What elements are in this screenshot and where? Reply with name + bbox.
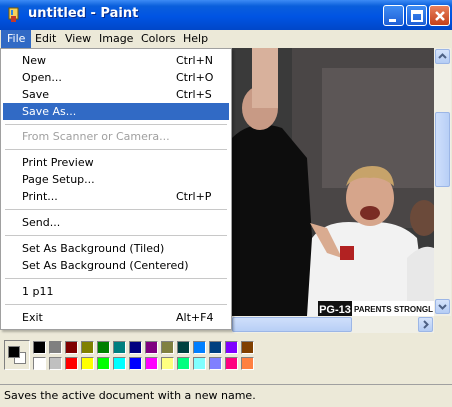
menu-item-from-scanner: From Scanner or Camera... [22, 130, 170, 143]
palette-color-swatch[interactable] [241, 357, 254, 370]
minimize-button[interactable] [383, 5, 404, 26]
palette-color-swatch[interactable] [49, 357, 62, 370]
palette-color-swatch[interactable] [209, 341, 222, 354]
menu-separator [5, 149, 227, 150]
maximize-button[interactable] [406, 5, 427, 26]
menu-item-background-tiled[interactable]: Set As Background (Tiled) [3, 240, 229, 257]
scroll-up-button[interactable] [435, 49, 450, 64]
scroll-down-button[interactable] [435, 299, 450, 314]
menu-bar: File Edit View Image Colors Help [0, 30, 452, 48]
menu-separator [5, 209, 227, 210]
palette-color-swatch[interactable] [193, 357, 206, 370]
menu-file[interactable]: File [1, 30, 32, 48]
chevron-up-icon [438, 53, 447, 59]
menu-item-save-as[interactable]: Save As... [3, 103, 229, 120]
menu-separator [5, 124, 227, 125]
palette-color-swatch[interactable] [33, 357, 46, 370]
status-text: Saves the active document with a new nam… [4, 389, 256, 402]
palette-color-swatch[interactable] [81, 357, 94, 370]
canvas-image[interactable]: PG-13 PARENTS STRONGL [232, 48, 434, 316]
menu-item-save[interactable]: Save Ctrl+S [3, 86, 229, 103]
vertical-scrollbar[interactable] [434, 48, 451, 316]
minimize-icon [389, 19, 396, 22]
palette-color-swatch[interactable] [49, 341, 62, 354]
paint-window: untitled - Paint File Edit View Image Co… [0, 0, 452, 407]
paint-app-icon [8, 7, 19, 22]
palette-color-swatch[interactable] [225, 341, 238, 354]
palette-color-swatch[interactable] [129, 357, 142, 370]
palette-color-swatch[interactable] [113, 341, 126, 354]
palette-color-swatch[interactable] [145, 357, 158, 370]
chevron-down-icon [438, 304, 447, 310]
menu-item-background-centered[interactable]: Set As Background (Centered) [3, 257, 229, 274]
rating-label: PG-13 [319, 304, 351, 316]
palette-color-swatch[interactable] [145, 341, 158, 354]
photo-image: PG-13 PARENTS STRONGL [232, 48, 434, 316]
palette-color-swatch[interactable] [209, 357, 222, 370]
window-title: untitled - Paint [28, 6, 139, 21]
palette-color-swatch[interactable] [241, 341, 254, 354]
palette-color-swatch[interactable] [97, 341, 110, 354]
title-bar[interactable]: untitled - Paint [0, 0, 452, 30]
menu-image[interactable]: Image [93, 30, 139, 48]
palette-color-swatch[interactable] [225, 357, 238, 370]
menu-item-exit[interactable]: Exit Alt+F4 [3, 309, 229, 326]
menu-item-print[interactable]: Print... Ctrl+P [3, 188, 229, 205]
close-button[interactable] [429, 5, 450, 26]
palette-color-swatch[interactable] [33, 341, 46, 354]
maximize-icon [411, 10, 423, 22]
menu-separator [5, 235, 227, 236]
rating-text: PARENTS STRONGL [354, 305, 433, 314]
menu-item-open[interactable]: Open... Ctrl+O [3, 69, 229, 86]
palette-color-swatch[interactable] [177, 357, 190, 370]
scroll-corner [434, 316, 451, 333]
palette-color-swatch[interactable] [113, 357, 126, 370]
menu-separator [5, 278, 227, 279]
vertical-scroll-thumb[interactable] [435, 112, 450, 187]
current-colors[interactable] [4, 340, 30, 370]
menu-item-recent-file[interactable]: 1 p11 [3, 283, 229, 300]
foreground-color-swatch[interactable] [8, 346, 20, 358]
chevron-right-icon [423, 320, 429, 329]
status-bar: Saves the active document with a new nam… [0, 384, 452, 407]
palette-color-swatch[interactable] [65, 341, 78, 354]
palette-color-swatch[interactable] [177, 341, 190, 354]
menu-item-print-preview[interactable]: Print Preview [3, 154, 229, 171]
menu-separator [5, 304, 227, 305]
menu-view[interactable]: View [59, 30, 97, 48]
close-icon [435, 11, 445, 21]
palette-color-swatch[interactable] [161, 357, 174, 370]
menu-item-page-setup[interactable]: Page Setup... [3, 171, 229, 188]
palette-color-swatch[interactable] [161, 341, 174, 354]
palette-color-swatch[interactable] [97, 357, 110, 370]
palette-color-swatch[interactable] [81, 341, 94, 354]
scroll-right-button[interactable] [418, 317, 433, 332]
menu-colors[interactable]: Colors [135, 30, 181, 48]
horizontal-scrollbar[interactable] [232, 316, 434, 333]
palette-color-swatch[interactable] [129, 341, 142, 354]
menu-item-new[interactable]: New Ctrl+N [3, 52, 229, 69]
horizontal-scroll-thumb[interactable] [232, 317, 352, 332]
file-menu-dropdown: New Ctrl+N Open... Ctrl+O Save Ctrl+S Sa… [0, 48, 232, 330]
palette-color-swatch[interactable] [65, 357, 78, 370]
palette-color-swatch[interactable] [193, 341, 206, 354]
menu-help[interactable]: Help [177, 30, 214, 48]
menu-edit[interactable]: Edit [29, 30, 62, 48]
menu-item-send[interactable]: Send... [3, 214, 229, 231]
